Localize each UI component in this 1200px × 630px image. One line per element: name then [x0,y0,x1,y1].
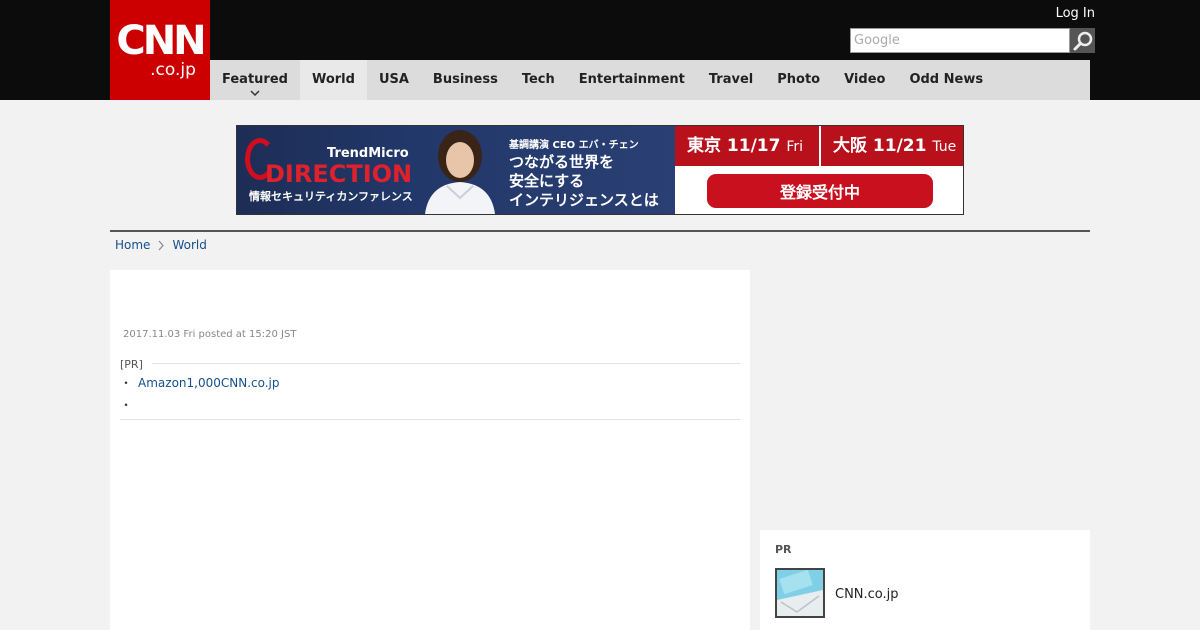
login-link[interactable]: Log In [1056,6,1095,21]
nav-item-travel[interactable]: Travel [697,60,765,100]
nav-item-label: Tech [521,72,555,87]
search-input[interactable] [850,28,1070,53]
nav-item-label: Featured [222,72,288,87]
date-day: 11/21 [872,136,927,156]
pr-link-amazon[interactable]: Amazon1,000CNN.co.jp [138,376,280,390]
sidebar-pr-card: PR CNN.co.jp [760,530,1090,630]
breadcrumb: Home World [115,238,207,252]
nav-item-label: Business [432,72,498,87]
pr-bullet: ・ [120,398,133,412]
nav-item-odd-news[interactable]: Odd News [897,60,995,100]
date-weekday: Tue [932,139,957,155]
banner-register-button[interactable]: 登録受付中 [707,174,933,208]
banner-ad[interactable]: TrendMicro DIRECTION 情報セキュリティカンファレンス 基調講… [236,125,964,215]
nav-item-label: USA [378,72,409,87]
chevron-right-icon [158,240,165,250]
nav-item-tech[interactable]: Tech [510,60,567,100]
nav-item-business[interactable]: Business [421,60,510,100]
nav-item-video[interactable]: Video [832,60,897,100]
banner-date-tokyo: 東京 11/17 Fri [675,126,819,166]
nav-item-label: Travel [708,72,754,87]
speaker-photo-icon [425,130,495,214]
nav-item-usa[interactable]: USA [367,60,421,100]
nav-item-label: Odd News [909,72,984,87]
nav-item-label: World [311,72,355,87]
date-city: 東京 [687,136,721,156]
breadcrumb-home-link[interactable]: Home [115,238,150,252]
section-divider [110,230,1090,232]
banner-right-panel: 東京 11/17 Fri 大阪 11/21 Tue 登録受付中 [675,126,963,214]
chevron-down-icon [250,90,260,96]
post-timestamp: 2017.11.03 Fri posted at 15:20 JST [123,329,297,340]
banner-headline: DIRECTION [265,160,413,188]
banner-speaker: 基調講演 CEO エバ・チェン [509,140,639,151]
banner-date-osaka: 大阪 11/21 Tue [821,126,963,166]
banner-conference: 情報セキュリティカンファレンス [249,190,413,203]
banner-tagline: つながる世界を 安全にする インテリジェンスとは [509,153,659,209]
envelope-icon [777,570,823,616]
article-card: 2017.11.03 Fri posted at 15:20 JST [PR] … [110,270,750,630]
cnn-logo[interactable]: CNN .co.jp [110,0,210,100]
nav-item-world[interactable]: World [299,60,367,100]
pr-label: [PR] [120,358,143,371]
header-black-fill-left [0,60,110,100]
pr-divider-top [152,363,740,364]
nav-item-label: Video [844,72,886,87]
date-city: 大阪 [833,136,867,156]
banner-left-panel: TrendMicro DIRECTION 情報セキュリティカンファレンス 基調講… [237,126,675,214]
nav-item-entertainment[interactable]: Entertainment [567,60,697,100]
pr-bullet: ・ [120,376,133,390]
sidebar-pr-link[interactable]: CNN.co.jp [835,587,899,602]
nav-item-label: Entertainment [578,72,685,87]
logo-domain: .co.jp [150,60,196,80]
date-day: 11/17 [726,136,781,156]
breadcrumb-world-link[interactable]: World [172,238,206,252]
logo-wordmark: CNN [116,18,206,64]
sidebar-pr-label: PR [775,543,792,556]
search-icon [1073,31,1092,50]
sidebar-thumbnail[interactable] [775,568,825,618]
main-nav: Featured World USA Business Tech Enterta… [210,60,1090,100]
pr-list-item: ・ Amazon1,000CNN.co.jp [120,374,280,391]
nav-item-featured[interactable]: Featured [210,60,300,100]
header-black-fill-right [1090,60,1200,100]
date-weekday: Fri [786,139,804,155]
search-button[interactable] [1070,28,1095,53]
nav-item-photo[interactable]: Photo [765,60,832,100]
banner-brand: TrendMicro [327,146,409,161]
pr-list-item: ・ [120,396,138,413]
pr-divider-bottom [120,419,740,420]
nav-item-label: Photo [777,72,821,87]
